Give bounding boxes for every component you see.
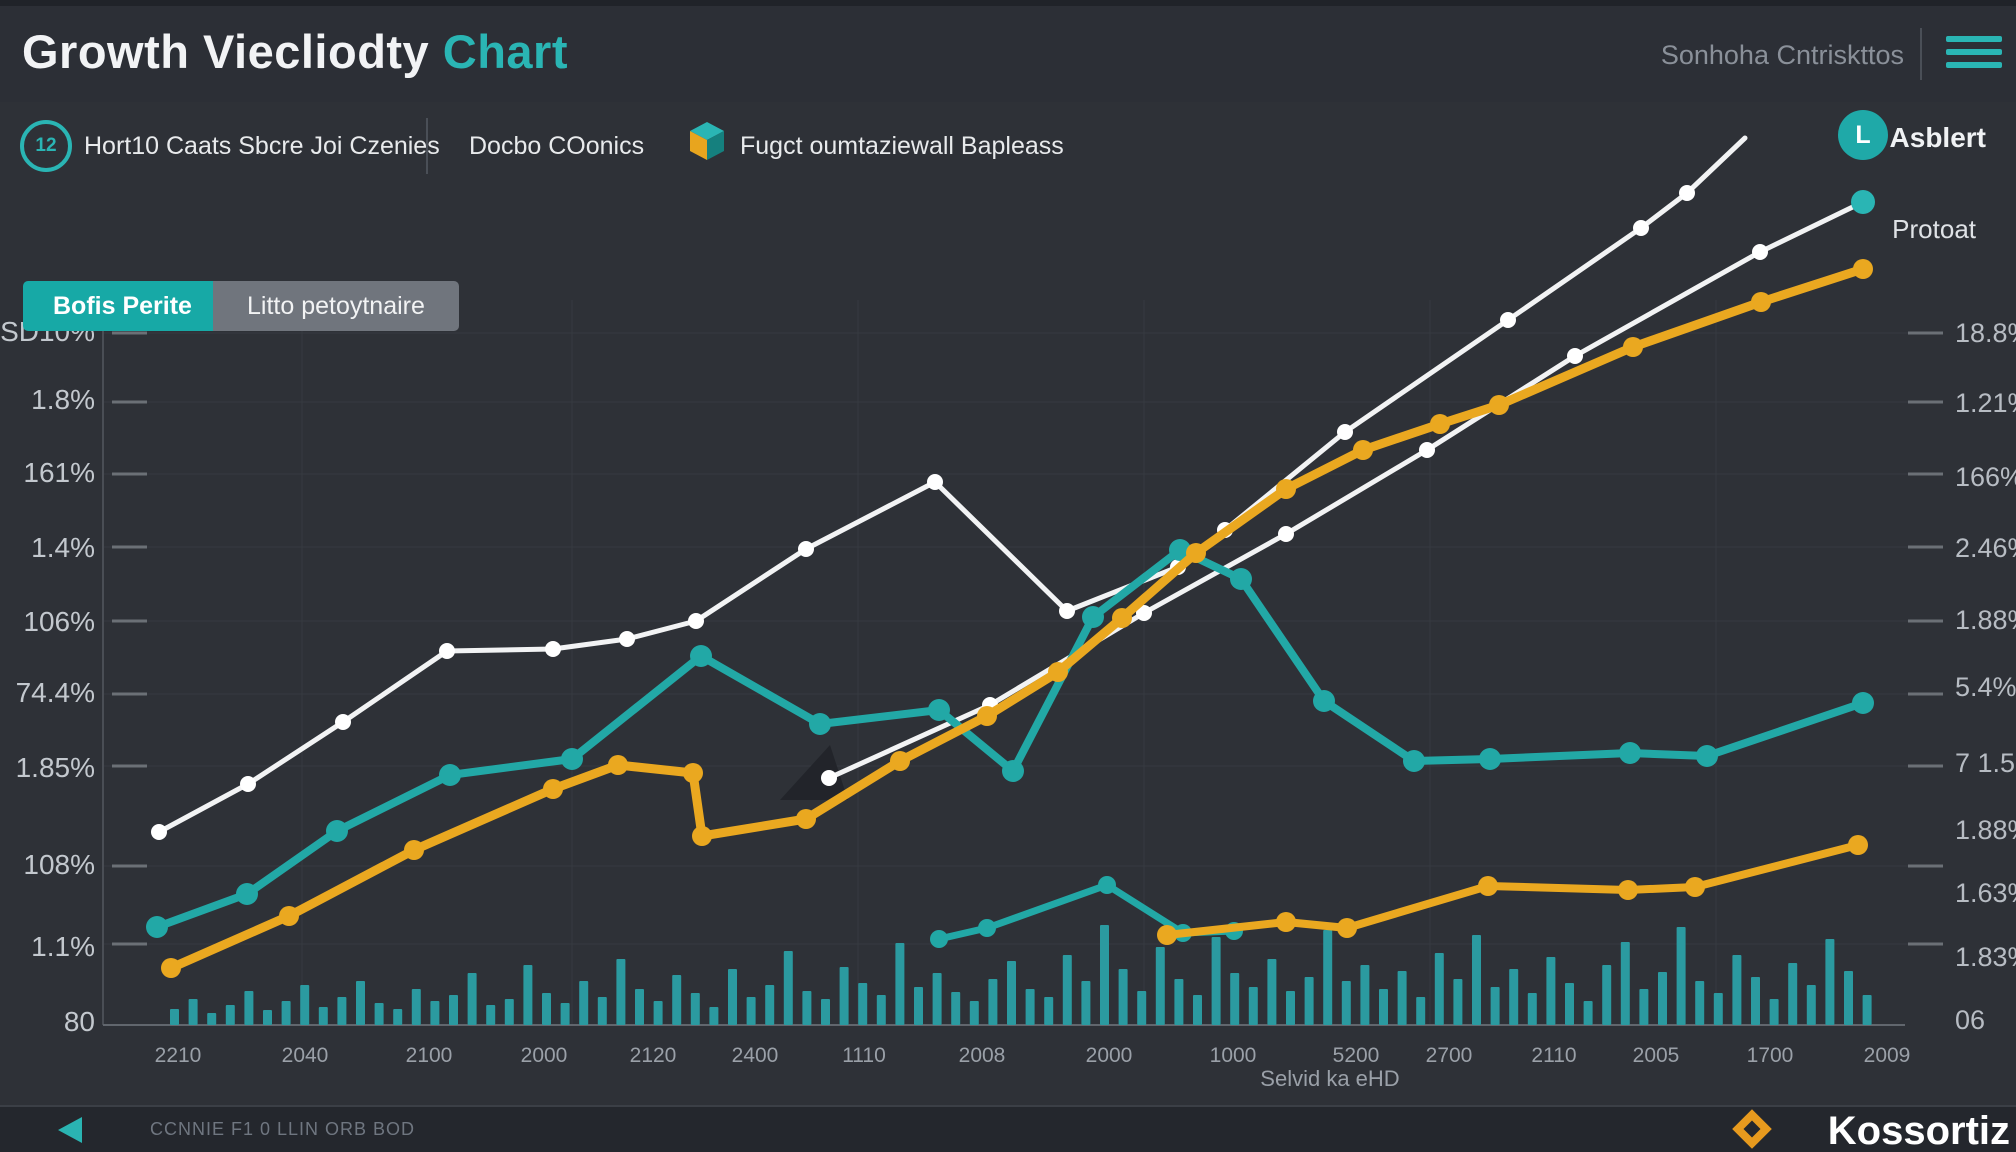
brand-diamond-icon xyxy=(1732,1109,1772,1149)
tab-protoat[interactable]: Protoat xyxy=(1892,214,1976,245)
header-subtitle: Sonhoha Cntriskttos xyxy=(1661,40,1904,71)
svg-text:1000: 1000 xyxy=(1210,1044,1257,1067)
page-title-accent: Chart xyxy=(443,25,568,78)
svg-text:2040: 2040 xyxy=(282,1044,329,1067)
svg-text:1.1%: 1.1% xyxy=(31,931,95,962)
svg-text:2000: 2000 xyxy=(521,1044,568,1067)
svg-text:106%: 106% xyxy=(23,606,95,637)
svg-text:5.4%: 5.4% xyxy=(1955,672,2016,702)
user-name: Asblert xyxy=(1890,122,1986,154)
subheader-item-3: Fugct oumtaziewall Bapleass xyxy=(740,132,1064,161)
svg-text:1.88%: 1.88% xyxy=(1955,815,2016,845)
svg-text:18.8%: 18.8% xyxy=(1955,318,2016,348)
svg-text:2400: 2400 xyxy=(732,1044,779,1067)
svg-text:1.21%: 1.21% xyxy=(1955,388,2016,418)
svg-text:161%: 161% xyxy=(23,457,95,488)
subheader-divider xyxy=(426,118,428,174)
brand-logo-text: Kossortiz xyxy=(1828,1109,2010,1152)
svg-text:06: 06 xyxy=(1955,1005,1985,1035)
svg-text:2.46%: 2.46% xyxy=(1955,533,2016,563)
svg-text:5200: 5200 xyxy=(1333,1044,1380,1067)
svg-text:1700: 1700 xyxy=(1747,1044,1794,1067)
svg-text:2005: 2005 xyxy=(1633,1044,1680,1067)
footer-status-text: CCNNIE F1 0 LLIN ORB BOD xyxy=(150,1119,415,1140)
page-title-main: Growth Viecliodty xyxy=(22,25,429,78)
svg-text:1110: 1110 xyxy=(842,1044,886,1067)
svg-text:7 1.5%: 7 1.5% xyxy=(1955,748,2016,778)
svg-text:2120: 2120 xyxy=(630,1044,677,1067)
page-title: Growth Viecliodty Chart xyxy=(22,24,568,79)
svg-text:1.4%: 1.4% xyxy=(31,532,95,563)
avatar-letter: L xyxy=(1855,121,1870,150)
header-divider xyxy=(1920,28,1922,80)
bar-series-toggle-button[interactable]: Bofis Perite xyxy=(23,281,222,331)
svg-text:2100: 2100 xyxy=(406,1044,453,1067)
line-series-toggle-button[interactable]: Litto petoytnaire xyxy=(213,281,459,331)
user-avatar[interactable]: L xyxy=(1838,110,1888,160)
back-arrow-icon[interactable] xyxy=(58,1117,82,1143)
svg-text:1.85%: 1.85% xyxy=(16,752,95,783)
svg-text:1.88%: 1.88% xyxy=(1955,605,2016,635)
badge-circle-glyph: 12 xyxy=(35,135,56,157)
svg-text:1.8%: 1.8% xyxy=(31,384,95,415)
cube-icon xyxy=(688,120,726,167)
svg-text:1.83%: 1.83% xyxy=(1955,942,2016,972)
svg-text:80: 80 xyxy=(64,1006,95,1037)
svg-text:166%: 166% xyxy=(1955,462,2016,492)
svg-text:1.63%: 1.63% xyxy=(1955,878,2016,908)
svg-text:2110: 2110 xyxy=(1531,1044,1576,1067)
svg-text:2210: 2210 xyxy=(155,1044,202,1067)
app-header: Growth Viecliodty Chart Sonhoha Cntriskt… xyxy=(0,0,2016,102)
svg-text:2000: 2000 xyxy=(1086,1044,1133,1067)
svg-text:108%: 108% xyxy=(23,849,95,880)
svg-text:2700: 2700 xyxy=(1426,1044,1473,1067)
svg-text:2008: 2008 xyxy=(959,1044,1006,1067)
footer-bar: CCNNIE F1 0 LLIN ORB BOD Kossortiz xyxy=(0,1105,2016,1152)
badge-circle-icon[interactable]: 12 xyxy=(20,120,72,172)
svg-text:74.4%: 74.4% xyxy=(16,677,95,708)
hamburger-menu-icon[interactable] xyxy=(1946,36,2002,75)
svg-text:2009: 2009 xyxy=(1864,1044,1911,1067)
svg-text:Selvid ka eHD: Selvid ka eHD xyxy=(1260,1066,1399,1091)
subheader-bar: 12 Hort10 Caats Sbcre Joi Czenies Docbo … xyxy=(0,96,2016,200)
subheader-item-2: Docbo COonics xyxy=(469,132,644,161)
subheader-item-1: Hort10 Caats Sbcre Joi Czenies xyxy=(84,132,440,161)
